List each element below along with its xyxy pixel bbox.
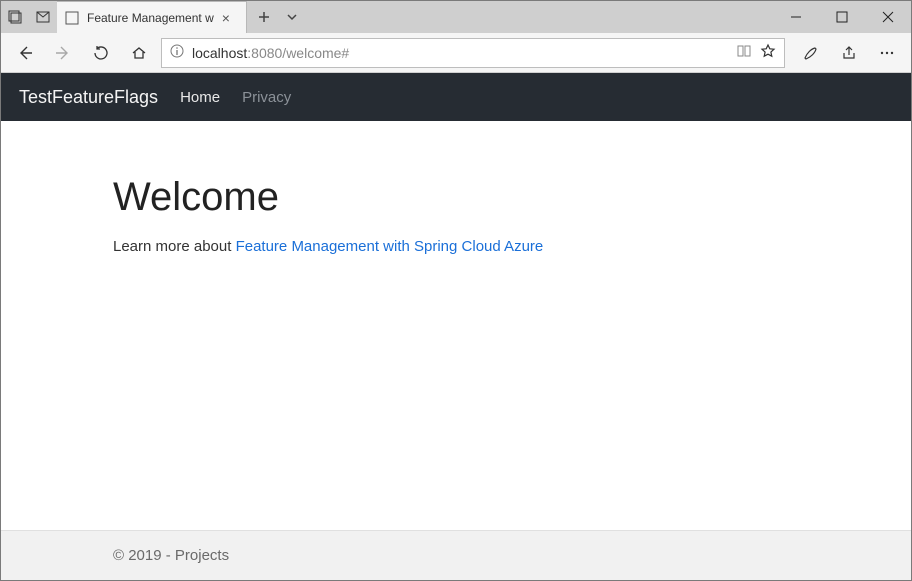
refresh-button[interactable] — [85, 37, 117, 69]
favorite-button[interactable] — [760, 43, 776, 62]
arrow-right-icon — [54, 44, 72, 62]
app-navbar: TestFeatureFlags Home Privacy — [1, 73, 911, 121]
share-button[interactable] — [833, 37, 865, 69]
set-aside-icon — [7, 9, 23, 25]
os-titlebar: Feature Management w × — [1, 1, 911, 33]
close-window-button[interactable] — [865, 1, 911, 33]
lead-paragraph: Learn more about Feature Management with… — [113, 238, 911, 255]
url-text: localhost:8080/welcome# — [192, 45, 349, 61]
chevron-down-icon — [285, 10, 299, 24]
url-host: localhost — [192, 45, 247, 61]
tab-title: Feature Management w — [87, 11, 214, 25]
info-icon — [170, 44, 184, 58]
notes-button[interactable] — [795, 37, 827, 69]
page-heading: Welcome — [113, 175, 911, 220]
tab-close-button[interactable]: × — [222, 11, 230, 25]
nav-link-privacy[interactable]: Privacy — [242, 89, 291, 106]
minimize-button[interactable] — [773, 1, 819, 33]
maximize-icon — [836, 11, 848, 23]
arrow-left-icon — [16, 44, 34, 62]
page-footer: © 2019 - Projects — [1, 530, 911, 580]
tabs-list-icon — [35, 9, 51, 25]
brand[interactable]: TestFeatureFlags — [19, 87, 158, 108]
forward-button[interactable] — [47, 37, 79, 69]
more-icon — [878, 44, 896, 62]
address-bar[interactable]: localhost:8080/welcome# — [161, 38, 785, 68]
browser-tab[interactable]: Feature Management w × — [57, 1, 247, 33]
minimize-icon — [790, 11, 802, 23]
star-icon — [760, 43, 776, 59]
home-icon — [130, 44, 148, 62]
home-button[interactable] — [123, 37, 155, 69]
reading-view-icon — [736, 43, 752, 59]
url-rest: :8080/welcome# — [247, 45, 349, 61]
more-button[interactable] — [871, 37, 903, 69]
window-controls — [773, 1, 911, 33]
back-button[interactable] — [9, 37, 41, 69]
set-aside-tabs[interactable] — [1, 1, 29, 33]
nav-link-home[interactable]: Home — [180, 89, 220, 106]
lead-prefix: Learn more about — [113, 238, 236, 255]
close-icon — [882, 11, 894, 23]
share-icon — [840, 44, 858, 62]
footer-text: © 2019 - Projects — [113, 547, 229, 564]
new-tab-button[interactable] — [257, 10, 271, 24]
refresh-icon — [92, 44, 110, 62]
page-viewport: TestFeatureFlags Home Privacy Welcome Le… — [1, 73, 911, 580]
tab-dropdown-button[interactable] — [285, 10, 299, 24]
browser-toolbar: localhost:8080/welcome# — [1, 33, 911, 73]
lead-link[interactable]: Feature Management with Spring Cloud Azu… — [236, 238, 544, 255]
maximize-button[interactable] — [819, 1, 865, 33]
tabs-aside-list[interactable] — [29, 1, 57, 33]
site-info-button[interactable] — [170, 44, 184, 61]
pen-icon — [802, 44, 820, 62]
plus-icon — [257, 10, 271, 24]
tab-actions — [247, 1, 309, 33]
reading-view-button[interactable] — [736, 43, 752, 62]
main-content: Welcome Learn more about Feature Managem… — [1, 121, 911, 530]
toolbar-right — [791, 37, 903, 69]
page-icon — [65, 11, 79, 25]
